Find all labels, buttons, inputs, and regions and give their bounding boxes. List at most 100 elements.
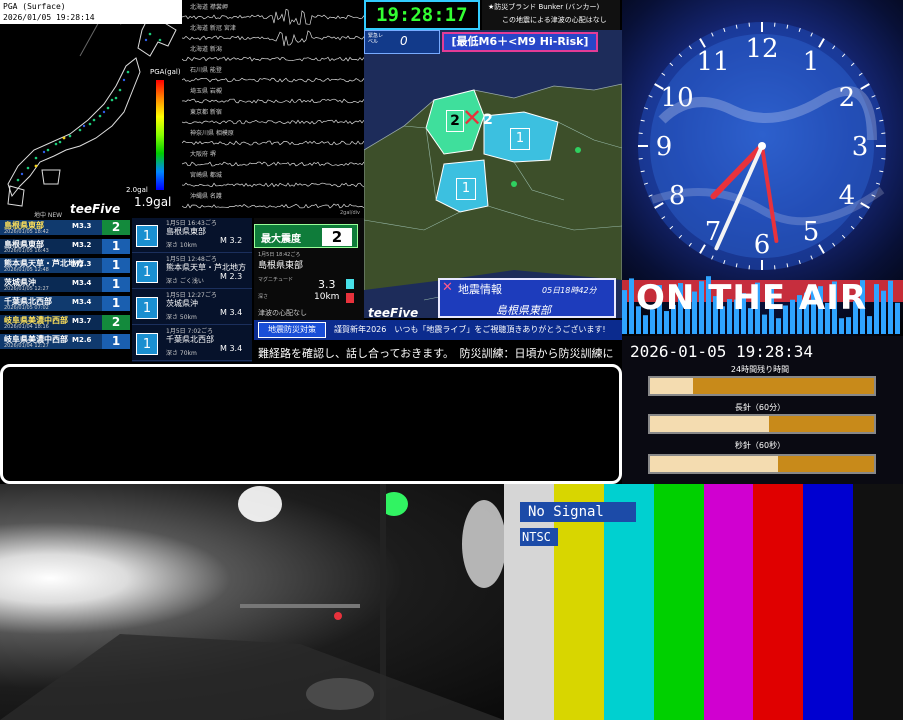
equalizer-bar [846, 317, 851, 334]
progress-label-minute: 長針（60分） [734, 403, 786, 412]
eq-detail-row[interactable]: 1 1月5日 12:27ごろ 茨城県沖 深さ 50km M 3.4 [132, 290, 252, 325]
map-shindo-badge: 1 [456, 178, 476, 200]
pga-timestamp: 2026/01/05 19:28:14 [3, 13, 95, 22]
eq-list-row[interactable]: 茨城県沖 2026/01/05 12:27 M3.4 1 [0, 277, 130, 292]
progress-bar-second [648, 454, 876, 474]
eq-shindo: 1 [102, 239, 130, 254]
sponsor-line-1: ★防災ブランド Bunker (バンカー) [488, 3, 600, 11]
tsunami-note: 津波の心配なし [258, 309, 307, 317]
brand-logo: teeFive [368, 306, 419, 320]
eq-detail-depth: 深さ 70km [166, 350, 197, 357]
color-bar [853, 484, 903, 720]
street-scene [0, 484, 504, 720]
eq-date: 2026/01/05 07:02 [4, 305, 49, 311]
eq-mag: M3.4 [72, 298, 92, 306]
clock-number: 4 [839, 181, 856, 211]
clock-number: 12 [745, 34, 778, 64]
risk-banner: [最低M6＋<M9 Hi-Risk] [442, 32, 598, 52]
equalizer-bar [776, 318, 781, 334]
color-bar [753, 484, 804, 720]
chugoku-map [364, 30, 622, 318]
max-shindo-value: 2 [322, 228, 352, 246]
brand-logo: teeFive [70, 202, 121, 216]
eq-detail-row[interactable]: 1 1月5日 7:02ごろ 千葉県北西部 深さ 70km M 3.4 [132, 326, 252, 361]
eq-list-row[interactable]: 島根県東部 2026/01/05 18:42 M3.3 2 [0, 220, 130, 235]
on-air-label: ON THE AIR [636, 278, 868, 318]
eq-detail-row[interactable]: 1 1月5日 16:43ごろ 島根県東部 深さ 10km M 3.2 [132, 218, 252, 253]
max-shindo-mag-label: マグニチュード [258, 277, 294, 283]
equalizer-bar [881, 290, 886, 334]
eq-detail-place: 島根県東部 [166, 227, 206, 236]
equalizer-bar [874, 284, 879, 334]
eq-mag: M3.7 [72, 317, 92, 325]
earthquake-info-time: 05日18時42分 [542, 286, 597, 295]
eq-detail-depth: 深さ 50km [166, 314, 197, 321]
waveform-unit: 2gal/div [340, 210, 361, 216]
equalizer-bar [629, 278, 634, 334]
clock-number: 11 [696, 47, 729, 77]
eq-detail-shindo: 1 [136, 297, 158, 319]
eq-shindo: 2 [102, 315, 130, 330]
clock-number: 6 [754, 230, 771, 260]
pga-title: PGA (Surface) [3, 2, 66, 11]
progress-label-second: 秒針（60秒） [734, 441, 786, 450]
equalizer-bar [888, 280, 893, 334]
sponsor-line-2: この地震による津波の心配はなし [502, 16, 607, 24]
color-bar [803, 484, 854, 720]
color-bar [703, 484, 754, 720]
eq-detail-shindo: 1 [136, 261, 158, 283]
eq-date: 2026/01/05 12:27 [4, 286, 49, 292]
map-shindo-right: 2 [483, 112, 493, 128]
progress-bar-minute [648, 414, 876, 434]
max-shindo-label: 最大震度 [261, 234, 301, 245]
earthquake-info-title: 地震情報 [458, 283, 502, 296]
ntsc-label: NTSC [520, 528, 558, 546]
eq-mag: M3.4 [72, 279, 92, 287]
eq-list-row[interactable]: 岐阜県美濃中西部 2026/01/04 12:27 M2.6 1 [0, 334, 130, 349]
eq-detail-mag: M 3.4 [220, 308, 243, 317]
eq-list-row[interactable]: 島根県東部 2026/01/05 16:43 M3.2 1 [0, 239, 130, 254]
clock-number: 3 [852, 132, 869, 162]
clock-number: 8 [669, 181, 686, 211]
eq-detail-row[interactable]: 1 1月5日 12:48ごろ 熊本県天草・芦北地方 深さ ごく浅い M 2.3 [132, 254, 252, 289]
equalizer-bar [839, 318, 844, 334]
alert-level-value: 0 [400, 34, 408, 48]
progress-fill [650, 416, 769, 432]
eq-detail-depth: 深さ 10km [166, 242, 197, 249]
depth-swatch [346, 293, 354, 303]
alert-level-label: 緊急レベル [368, 33, 384, 45]
clock-number: 9 [656, 132, 673, 162]
equalizer-bar [867, 316, 872, 334]
progress-bar-day [648, 376, 876, 396]
eq-list-row[interactable]: 岐阜県美濃中西部 2026/01/04 18:16 M3.7 2 [0, 315, 130, 330]
waveform-panel: 北海道 襟裳岬 北海道 新冠 宮津 北海道 新潟 石川県 能登 埼玉県 岩槻 東京都 新宿… [182, 0, 364, 218]
progress-label-day: 24時間残り時間 [730, 365, 790, 374]
max-shindo-mag: 3.3 [318, 278, 336, 291]
eq-list-row[interactable]: 熊本県天草・芦北地方 2026/01/05 12:48 M2.3 1 [0, 258, 130, 273]
eq-shindo: 1 [102, 334, 130, 349]
map-shindo-badge: 1 [510, 128, 530, 150]
max-shindo-depth-label: 深さ [258, 294, 269, 300]
eq-list-row[interactable]: 千葉県北西部 2026/01/05 07:02 M3.4 1 [0, 296, 130, 311]
progress-fill [650, 456, 778, 472]
eq-mag: M3.2 [72, 241, 92, 249]
earthquake-info-place: 島根県東部 [496, 304, 551, 317]
ticker-text-top: 謹賀新年2026 いつも「地震ライブ」をご視聴頂きありがとうございます! [334, 325, 606, 334]
epicenter-x-icon: ✕ [442, 280, 453, 295]
max-shindo-depth: 10km [314, 292, 340, 302]
caption-box [0, 364, 622, 484]
clock-number: 10 [661, 83, 694, 113]
current-datetime: 2026-01-05 19:28:34 [630, 342, 814, 361]
waveform-row: 沖縄県 名護 [182, 191, 364, 215]
eq-detail-depth: 深さ ごく浅い [166, 278, 204, 285]
pga-value: 1.9gal [134, 195, 172, 209]
eq-mag: M2.6 [72, 336, 92, 344]
list-new-label: 地中 NEW [34, 212, 63, 219]
equalizer-bar [643, 315, 648, 334]
pga-color-scale [156, 80, 164, 190]
eq-detail-mag: M 3.2 [220, 236, 243, 245]
progress-fill [650, 378, 693, 394]
ticker-tag: 地震防災対策 [258, 322, 326, 338]
eq-shindo: 1 [102, 296, 130, 311]
eq-detail-place: 茨城県沖 [166, 299, 198, 308]
